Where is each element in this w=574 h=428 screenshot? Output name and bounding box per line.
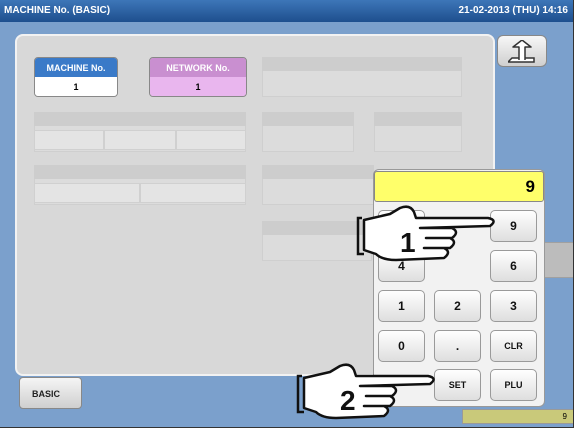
network-no-label: NETWORK No. bbox=[150, 58, 246, 77]
network-no-field[interactable]: NETWORK No. 1 bbox=[149, 57, 247, 97]
key-0[interactable]: 0 bbox=[378, 330, 425, 362]
key-decimal[interactable]: . bbox=[434, 330, 481, 362]
disabled-segment bbox=[34, 130, 104, 150]
machine-no-value: 1 bbox=[35, 77, 117, 96]
step-2-number: 2 bbox=[340, 385, 356, 416]
disabled-setting-header bbox=[262, 165, 374, 179]
disabled-setting-header bbox=[374, 112, 462, 126]
network-no-value: 1 bbox=[150, 77, 246, 96]
key-3[interactable]: 3 bbox=[490, 290, 537, 322]
step-1-number: 1 bbox=[400, 227, 416, 258]
key-2[interactable]: 2 bbox=[434, 290, 481, 322]
plu-button[interactable]: PLU bbox=[490, 369, 537, 401]
disabled-setting-header bbox=[262, 112, 354, 126]
tab-basic[interactable]: BASIC bbox=[19, 377, 82, 409]
disabled-segment bbox=[140, 183, 246, 203]
machine-no-field[interactable]: MACHINE No. 1 bbox=[34, 57, 118, 97]
disabled-setting-header bbox=[262, 57, 462, 71]
window-title: MACHINE No. (BASIC) bbox=[4, 5, 111, 16]
disabled-segment bbox=[176, 130, 246, 150]
status-indicator: 9 bbox=[462, 409, 573, 424]
screen: MACHINE No. (BASIC) 21-02-2013 (THU) 14:… bbox=[0, 0, 574, 428]
keypad-display: 9 bbox=[374, 171, 544, 202]
return-arrow-icon bbox=[508, 40, 535, 63]
disabled-setting-header bbox=[34, 112, 246, 126]
back-button[interactable] bbox=[497, 35, 547, 67]
pointing-hand-icon: 1 bbox=[356, 205, 495, 262]
key-1[interactable]: 1 bbox=[378, 290, 425, 322]
disabled-setting-header bbox=[34, 165, 246, 179]
disabled-segment bbox=[104, 130, 176, 150]
pointing-hand-icon: 2 bbox=[296, 363, 435, 420]
date-time: 21-02-2013 (THU) 14:16 bbox=[458, 5, 569, 16]
machine-no-label: MACHINE No. bbox=[35, 58, 117, 77]
clear-button[interactable]: CLR bbox=[490, 330, 537, 362]
title-bar: MACHINE No. (BASIC) 21-02-2013 (THU) 14:… bbox=[0, 0, 573, 22]
disabled-segment bbox=[34, 183, 140, 203]
